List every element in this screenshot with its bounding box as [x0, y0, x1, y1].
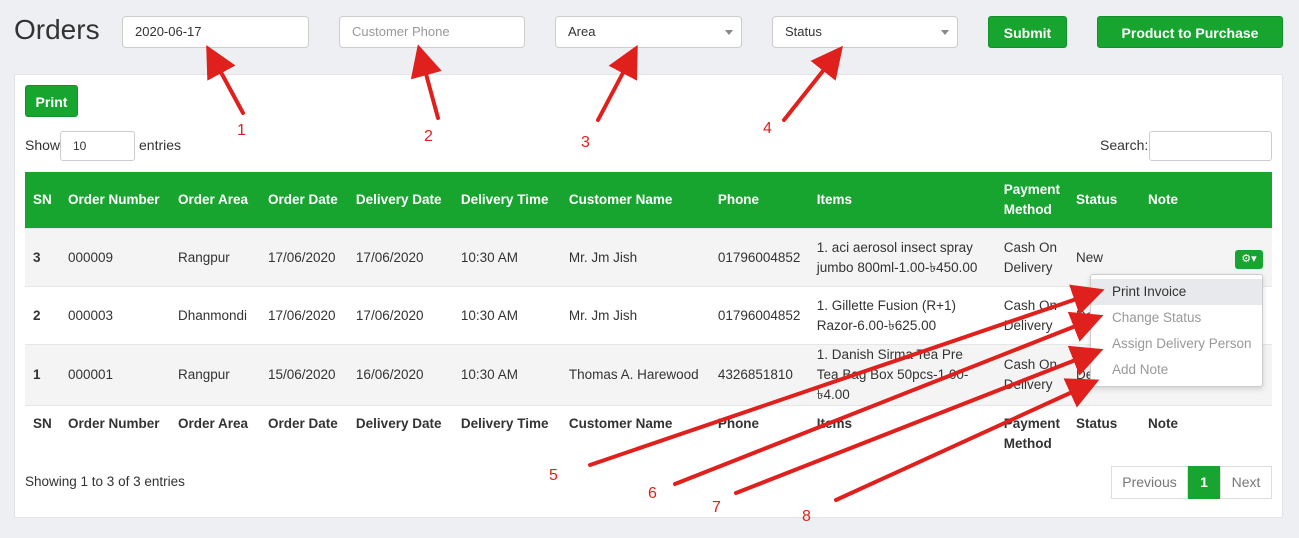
- cell-items: 1. Danish Sirma Tea Pre Tea Bag Box 50pc…: [808, 344, 996, 406]
- cell-order-date: 17/06/2020: [259, 286, 348, 345]
- cell-phone: 01796004852: [709, 286, 809, 345]
- page-title: Orders: [14, 14, 100, 45]
- col-header-order-number[interactable]: Order Number: [60, 172, 170, 229]
- table-row: 1 000001 Rangpur 15/06/2020 16/06/2020 1…: [25, 344, 1272, 406]
- product-to-purchase-button[interactable]: Product to Purchase: [1097, 16, 1283, 48]
- annotation-number: 8: [802, 508, 811, 525]
- search-input[interactable]: [1149, 131, 1272, 161]
- cell-customer-name: Mr. Jm Jish: [560, 286, 710, 345]
- menu-item-assign-delivery-person[interactable]: Assign Delivery Person: [1091, 331, 1262, 357]
- status-select[interactable]: Status: [772, 16, 958, 48]
- row-actions-dropdown: Print Invoice Change Status Assign Deliv…: [1090, 274, 1263, 387]
- foot-header-order-number: Order Number: [59, 405, 170, 456]
- entries-length-input[interactable]: 10: [60, 131, 135, 161]
- table-info: Showing 1 to 3 of 3 entries: [25, 474, 185, 489]
- search-label: Search:: [1100, 137, 1149, 153]
- entries-label: entries: [139, 137, 182, 153]
- area-select[interactable]: Area: [555, 16, 742, 48]
- foot-header-items: Items: [808, 405, 996, 456]
- chevron-down-icon: [725, 30, 733, 35]
- cell-order-area: Rangpur: [169, 344, 260, 406]
- col-header-phone[interactable]: Phone: [710, 172, 809, 229]
- pagination-next[interactable]: Next: [1220, 466, 1272, 499]
- menu-item-add-note[interactable]: Add Note: [1091, 357, 1262, 383]
- row-actions-button[interactable]: ⚙▾: [1235, 250, 1263, 269]
- cell-order-date: 17/06/2020: [259, 228, 348, 287]
- annotation-number: 7: [712, 499, 721, 516]
- cell-order-area: Rangpur: [169, 228, 260, 287]
- foot-header-delivery-date: Delivery Date: [347, 405, 453, 456]
- annotation-number: 1: [237, 122, 246, 139]
- cell-order-date: 15/06/2020: [259, 344, 348, 406]
- gear-icon: ⚙▾: [1241, 253, 1257, 265]
- orders-table: SN Order Number Order Area Order Date De…: [25, 172, 1272, 456]
- chevron-down-icon: [941, 30, 949, 35]
- date-filter-input[interactable]: 2020-06-17: [122, 16, 309, 48]
- customer-phone-input[interactable]: Customer Phone: [339, 16, 525, 48]
- cell-delivery-date: 16/06/2020: [347, 344, 453, 406]
- foot-header-phone: Phone: [709, 405, 809, 456]
- foot-header-status: Status: [1067, 405, 1140, 456]
- col-header-status[interactable]: Status: [1068, 172, 1140, 229]
- print-button[interactable]: Print: [25, 85, 78, 117]
- menu-item-change-status[interactable]: Change Status: [1091, 305, 1262, 331]
- cell-items: 1. Gillette Fusion (R+1) Razor-6.00-৳625…: [808, 286, 996, 345]
- col-header-order-area[interactable]: Order Area: [170, 172, 260, 229]
- cell-payment-method: Cash On Delivery: [995, 344, 1068, 406]
- cell-sn: 3: [25, 228, 60, 287]
- pagination-previous[interactable]: Previous: [1111, 466, 1188, 499]
- col-header-customer-name[interactable]: Customer Name: [561, 172, 710, 229]
- col-header-note[interactable]: Note: [1140, 172, 1272, 229]
- show-label: Show: [25, 137, 61, 153]
- table-row: 3 000009 Rangpur 17/06/2020 17/06/2020 1…: [25, 228, 1272, 287]
- col-header-order-date[interactable]: Order Date: [260, 172, 348, 229]
- col-header-delivery-time[interactable]: Delivery Time: [453, 172, 561, 229]
- submit-button[interactable]: Submit: [988, 16, 1067, 48]
- annotation-number: 6: [648, 485, 657, 502]
- annotation-number: 3: [581, 134, 590, 151]
- foot-header-customer-name: Customer Name: [560, 405, 710, 456]
- cell-delivery-time: 10:30 AM: [452, 344, 561, 406]
- foot-header-delivery-time: Delivery Time: [452, 405, 561, 456]
- foot-header-order-date: Order Date: [259, 405, 348, 456]
- cell-items: 1. aci aerosol insect spray jumbo 800ml-…: [808, 228, 996, 287]
- cell-sn: 2: [25, 286, 60, 345]
- cell-order-number: 000003: [59, 286, 170, 345]
- table-footer-row: SN Order Number Order Area Order Date De…: [25, 405, 1272, 456]
- cell-order-area: Dhanmondi: [169, 286, 260, 345]
- cell-customer-name: Mr. Jm Jish: [560, 228, 710, 287]
- col-header-sn[interactable]: SN: [25, 172, 60, 229]
- annotation-number: 4: [763, 120, 772, 137]
- foot-header-payment-method: Payment Method: [995, 405, 1068, 456]
- cell-phone: 4326851810: [709, 344, 809, 406]
- annotation-number: 2: [424, 128, 433, 145]
- cell-payment-method: Cash On Delivery: [995, 286, 1068, 345]
- annotation-number: 5: [549, 467, 558, 484]
- pagination-page-1[interactable]: 1: [1188, 466, 1220, 499]
- foot-header-sn: SN: [25, 405, 60, 456]
- cell-customer-name: Thomas A. Harewood: [560, 344, 710, 406]
- col-header-delivery-date[interactable]: Delivery Date: [348, 172, 453, 229]
- cell-payment-method: Cash On Delivery: [995, 228, 1068, 287]
- table-row: 2 000003 Dhanmondi 17/06/2020 17/06/2020…: [25, 286, 1272, 345]
- foot-header-order-area: Order Area: [169, 405, 260, 456]
- cell-delivery-date: 17/06/2020: [347, 286, 453, 345]
- foot-header-note: Note: [1139, 405, 1272, 456]
- col-header-items[interactable]: Items: [809, 172, 996, 229]
- cell-sn: 1: [25, 344, 60, 406]
- cell-delivery-date: 17/06/2020: [347, 228, 453, 287]
- cell-delivery-time: 10:30 AM: [452, 228, 561, 287]
- status-select-value: Status: [785, 24, 822, 39]
- cell-phone: 01796004852: [709, 228, 809, 287]
- menu-item-print-invoice[interactable]: Print Invoice: [1091, 279, 1262, 305]
- cell-delivery-time: 10:30 AM: [452, 286, 561, 345]
- table-header-row: SN Order Number Order Area Order Date De…: [25, 172, 1272, 229]
- col-header-payment-method[interactable]: Payment Method: [996, 172, 1068, 229]
- area-select-value: Area: [568, 24, 596, 39]
- cell-order-number: 000009: [59, 228, 170, 287]
- cell-order-number: 000001: [59, 344, 170, 406]
